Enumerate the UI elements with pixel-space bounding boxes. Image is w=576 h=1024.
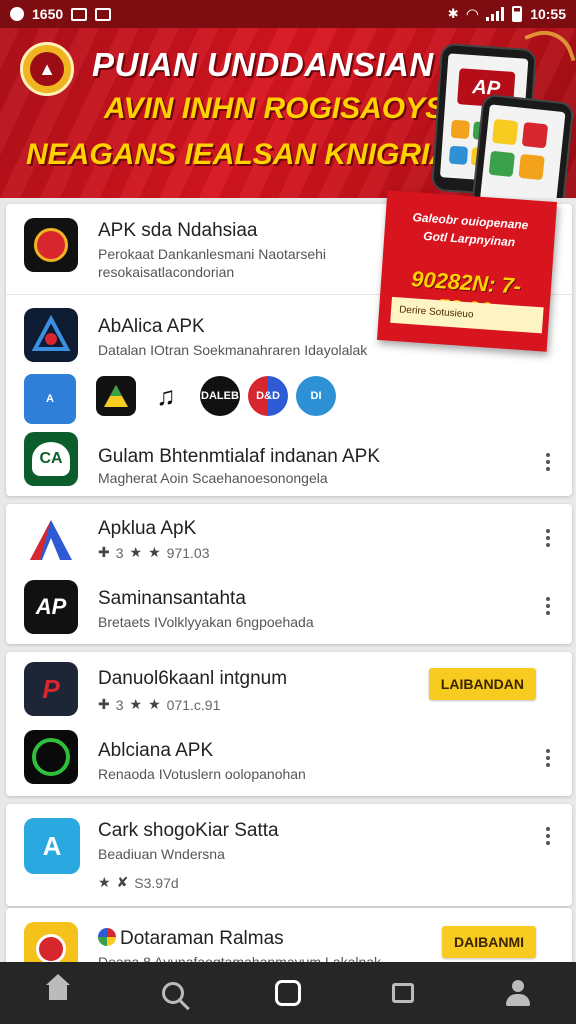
app-title: Dotaraman Ralmas xyxy=(98,928,284,950)
app-card: Apklua ApK ✚ 3 ★ ★ 971.03 AP Saminansant… xyxy=(6,504,572,644)
app-subtitle: Beadiuan Wndersna xyxy=(98,846,225,862)
blue-triangle-icon xyxy=(24,308,78,362)
app-rating: ✚ 3 ★ ★ 071.c.91 xyxy=(98,696,221,713)
notification-icon xyxy=(10,7,24,21)
phone-mockup-2 xyxy=(469,93,575,198)
star-icon: ★ xyxy=(148,696,161,712)
promo-banner[interactable]: ▲ PUIAN UNDDANSIAN AVIN INHN ROGISAOYSS … xyxy=(0,28,576,198)
nav-center[interactable] xyxy=(258,968,318,1018)
daleb-circle-icon[interactable]: DALEB xyxy=(200,376,240,416)
list-item[interactable]: A Cark shogoKiar Satta Beadiuan Wndersna… xyxy=(6,804,572,906)
app-card: A Cark shogoKiar Satta Beadiuan Wndersna… xyxy=(6,804,572,906)
app-title: Apklua ApK xyxy=(98,518,197,539)
app-title: Gulam Bhtenmtialaf indanan APK xyxy=(98,446,381,467)
google-icon xyxy=(98,928,116,946)
star-icon: ★ xyxy=(148,544,161,560)
nav-recents[interactable] xyxy=(373,968,433,1018)
green-circle-logo-icon xyxy=(24,730,78,784)
list-item[interactable]: Apklua ApK ✚ 3 ★ ★ 971.03 xyxy=(6,504,572,572)
nav-profile[interactable] xyxy=(488,968,548,1018)
blue-a-icon: A xyxy=(24,818,80,874)
more-options-icon[interactable] xyxy=(540,450,556,474)
app-title: Saminansantahta xyxy=(98,588,246,609)
app-title: Cark shogoKiar Satta xyxy=(98,820,279,841)
battery-icon xyxy=(512,6,523,22)
more-options-icon[interactable] xyxy=(540,746,556,770)
install-button[interactable]: LAIBANDAN xyxy=(428,668,536,700)
mini-icon-row: A ♫ DALEB D&D DI xyxy=(6,370,572,424)
user-icon xyxy=(505,980,531,1006)
emblem-logo-icon: ▲ xyxy=(20,42,74,96)
star-icon: ★ xyxy=(129,696,143,712)
more-options-icon[interactable] xyxy=(540,824,556,848)
list-item[interactable]: AP Saminansantahta Bretaets IVolklyyakan… xyxy=(6,574,572,644)
home-icon xyxy=(45,974,71,1004)
banner-subtitle: AVIN INHN ROGISAOYSS xyxy=(104,92,466,125)
signal-icon xyxy=(486,7,505,21)
ap-logo-icon: AP xyxy=(24,580,78,634)
music-notes-icon[interactable]: ♫ xyxy=(146,376,186,416)
list-item[interactable]: P Danuol6kaanl intgnum ✚ 3 ★ ★ 071.c.91 … xyxy=(6,652,572,724)
app-title: APK sda Ndahsiaa xyxy=(98,220,258,241)
app-rating: ★ ✘ S3.97d xyxy=(98,874,179,891)
message-notification-icon xyxy=(95,7,112,21)
star-icon: ★ xyxy=(129,544,143,560)
cross-icon: ✘ xyxy=(116,874,129,890)
banner-title: PUIAN UNDDANSIAN xyxy=(92,46,434,83)
status-left-text: 1650 xyxy=(32,6,64,22)
bluetooth-icon: ✱ xyxy=(447,6,459,21)
red-blue-circle-icon[interactable]: D&D xyxy=(248,376,288,416)
list-item[interactable]: Ablciana APK Renaoda IVotuslern oolopano… xyxy=(6,726,572,796)
app-title: AbAlica APK xyxy=(98,316,205,337)
blue-a-app-icon[interactable]: A xyxy=(24,374,76,424)
app-title: Danuol6kaanl intgnum xyxy=(98,668,288,689)
app-card: P Danuol6kaanl intgnum ✚ 3 ★ ★ 071.c.91 … xyxy=(6,652,572,796)
red-p-logo-icon: P xyxy=(24,662,78,716)
recents-icon xyxy=(392,983,415,1003)
more-options-icon[interactable] xyxy=(540,526,556,550)
bottom-navigation xyxy=(0,962,576,1024)
app-subtitle: Bretaets IVolklyyakan 6ngpoehada xyxy=(98,614,314,630)
shield-emblem-icon xyxy=(24,218,78,272)
install-button[interactable]: DAIBANMI xyxy=(442,926,536,958)
rating-icon: ✚ xyxy=(98,696,110,712)
image-notification-icon xyxy=(71,7,88,21)
status-time: 10:55 xyxy=(530,6,566,22)
app-rating: ✚ 3 ★ ★ 971.03 xyxy=(98,544,210,561)
drive-triangle-icon[interactable] xyxy=(96,376,136,416)
banner-tagline: NEAGANS IEALSAN KNIGRIA! xyxy=(26,138,462,171)
red-blue-a-icon xyxy=(24,514,78,568)
app-subtitle: Renaoda IVotuslern oolopanohan xyxy=(98,766,306,782)
app-title: Ablciana APK xyxy=(98,740,214,761)
status-bar: 1650 ✱ ◠ 10:55 xyxy=(0,0,576,28)
list-item[interactable]: CA Gulam Bhtenmtialaf indanan APK Magher… xyxy=(6,426,572,496)
nav-search[interactable] xyxy=(143,968,203,1018)
home-button-icon xyxy=(274,980,301,1006)
nav-home[interactable] xyxy=(28,968,88,1018)
app-subtitle: Perokaat Dankanlesmani Naotarsehi xyxy=(98,246,327,262)
app-subtitle-2: resokaisatlacondorian xyxy=(98,264,235,280)
app-subtitle: Magherat Aoin Scaehanoesonongela xyxy=(98,470,328,486)
rating-icon: ✚ xyxy=(98,544,110,560)
star-icon: ★ xyxy=(98,874,111,890)
more-options-icon[interactable] xyxy=(540,594,556,618)
wifi-icon: ◠ xyxy=(466,6,479,23)
app-subtitle: Datalan IOtran Soekmanahraren Idayolalak xyxy=(98,342,368,358)
green-ca-icon: CA xyxy=(24,432,78,486)
promo-badge[interactable]: Galeobr ouiopenane Gotl Larpnyinan 90282… xyxy=(376,190,558,352)
blue-box-circle-icon[interactable]: DI xyxy=(296,376,336,416)
search-icon xyxy=(161,982,184,1004)
